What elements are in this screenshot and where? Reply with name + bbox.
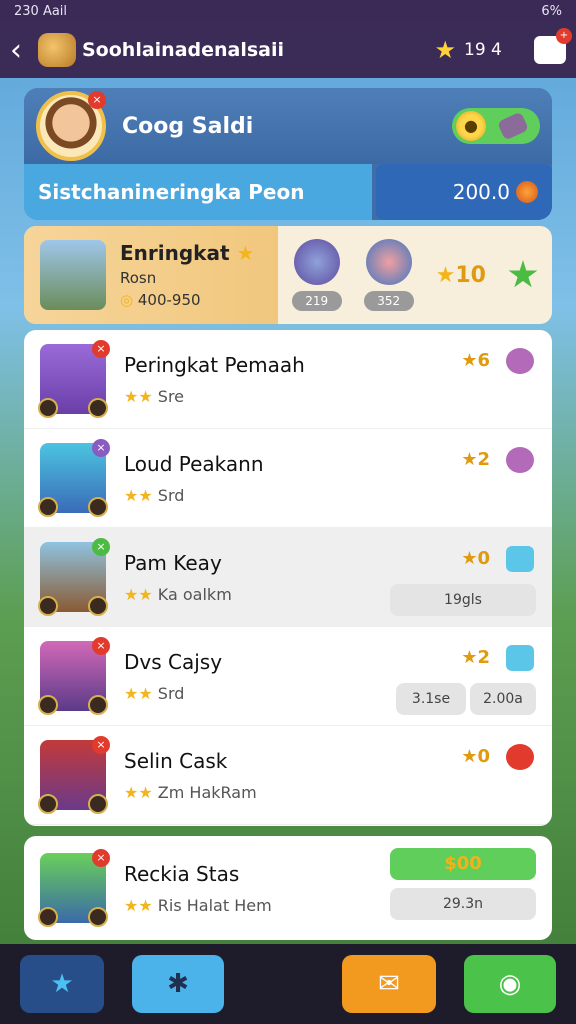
ranking-list: × Peringkat Pemaah ★★ Sre ★6 × Loud Peaka…	[24, 330, 552, 826]
avatar[interactable]: ×	[36, 91, 106, 161]
stat-chip: 19gls	[390, 584, 536, 616]
ranking-card[interactable]: Enringkat ★ Rosn ◎ 400-950 219 352 ★10	[24, 226, 552, 324]
gem-icon	[496, 111, 530, 141]
item-thumbnail: ×	[38, 637, 110, 715]
mini-score: 352	[363, 291, 414, 311]
eye-icon[interactable]: ◉	[464, 955, 556, 1013]
list-item[interactable]: × Peringkat Pemaah ★★ Sre ★6	[24, 330, 552, 429]
nav-home-star-icon[interactable]: ★	[20, 955, 104, 1013]
mini-score: 219	[291, 291, 342, 311]
rank-score: ★10	[435, 262, 486, 288]
score-pill[interactable]: $00	[390, 848, 536, 880]
item-score: ★2	[461, 449, 490, 470]
status-bar: 230 Aail 6%	[0, 0, 576, 22]
heart-icon[interactable]	[506, 447, 534, 473]
item-sub: ★★ Zm HakRam	[124, 782, 257, 802]
rank-title: Enringkat ★	[120, 241, 255, 265]
rank-range: ◎ 400-950	[120, 291, 201, 309]
orange-coin-icon	[516, 181, 538, 203]
battery-level: 6%	[541, 3, 562, 19]
app-logo	[38, 33, 76, 67]
star-icon: ★	[434, 36, 456, 64]
gem-icon[interactable]	[506, 645, 534, 671]
header-title: Soohlainadenalsaii	[82, 39, 285, 61]
currency-pill[interactable]: ●	[452, 108, 540, 144]
green-star-icon[interactable]	[508, 260, 538, 288]
rank-player[interactable]: 219	[291, 239, 342, 311]
star-icon: ★	[236, 241, 255, 265]
stat-chip: 2.00a	[470, 683, 536, 715]
item-sub: ★★ Sre	[124, 386, 185, 406]
close-icon[interactable]: ×	[92, 538, 110, 556]
close-icon[interactable]: ×	[92, 849, 110, 867]
close-icon[interactable]: ×	[88, 91, 106, 109]
close-icon[interactable]: ×	[92, 637, 110, 655]
featured-item[interactable]: × Reckia Stas ★★ Ris Halat Hem $00 29.3n	[24, 836, 552, 940]
close-icon[interactable]: ×	[92, 340, 110, 358]
avatar	[293, 239, 340, 285]
item-score: ★0	[461, 746, 490, 767]
stat-chip: 29.3n	[390, 888, 536, 920]
item-score: ★0	[461, 548, 490, 569]
profile-subtitle: Sistchanineringka Peon	[24, 164, 372, 220]
item-score: ★2	[461, 647, 490, 668]
heart-icon[interactable]	[506, 744, 534, 770]
profile-value: 200.0	[376, 164, 552, 220]
chat-button[interactable]: +	[534, 28, 572, 64]
header-count: 19 4	[464, 40, 502, 60]
item-score: ★6	[461, 350, 490, 371]
list-item[interactable]: × Selin Cask ★★ Zm HakRam ★0	[24, 726, 552, 825]
item-thumbnail: ×	[38, 340, 110, 418]
close-icon[interactable]: ×	[92, 439, 110, 457]
back-icon[interactable]: ‹	[10, 33, 32, 68]
chat-badge: +	[556, 28, 572, 44]
heart-icon[interactable]	[506, 348, 534, 374]
item-thumbnail: ×	[38, 849, 110, 927]
coin-icon: ●	[456, 111, 486, 141]
bottom-nav: ★ ✱ ✉ ◉	[0, 944, 576, 1024]
rank-player[interactable]: 352	[363, 239, 414, 311]
profile-name: Coog Saldi	[122, 113, 254, 139]
star-icon: ★	[435, 262, 456, 288]
item-sub: ★★ Srd	[124, 485, 185, 505]
nav-star-button[interactable]: ✱	[132, 955, 224, 1013]
status-time: 230 Aail	[14, 3, 68, 19]
close-icon[interactable]: ×	[92, 736, 110, 754]
rank-sub: Rosn	[120, 269, 157, 287]
coin-icon: ◎	[120, 291, 134, 309]
item-thumbnail: ×	[38, 736, 110, 814]
stat-chip: 3.1se	[396, 683, 466, 715]
mail-icon[interactable]: ✉	[342, 955, 436, 1013]
profile-card[interactable]: × Coog Saldi ● Sistchanineringka Peon 20…	[24, 88, 552, 220]
rank-thumbnail	[40, 240, 106, 310]
gem-icon[interactable]	[506, 546, 534, 572]
app-header: ‹ Soohlainadenalsaii ★ 19 4 +	[0, 22, 576, 78]
item-thumbnail: ×	[38, 439, 110, 517]
item-thumbnail: ×	[38, 538, 110, 616]
avatar	[365, 239, 412, 285]
list-item[interactable]: × Loud Peakann ★★ Srd ★2	[24, 429, 552, 528]
list-item[interactable]: × Pam Keay ★★ Ka oalkm ★0 19gls	[24, 528, 552, 627]
list-item[interactable]: × Dvs Cajsy ★★ Srd ★2 3.1se 2.00a	[24, 627, 552, 726]
